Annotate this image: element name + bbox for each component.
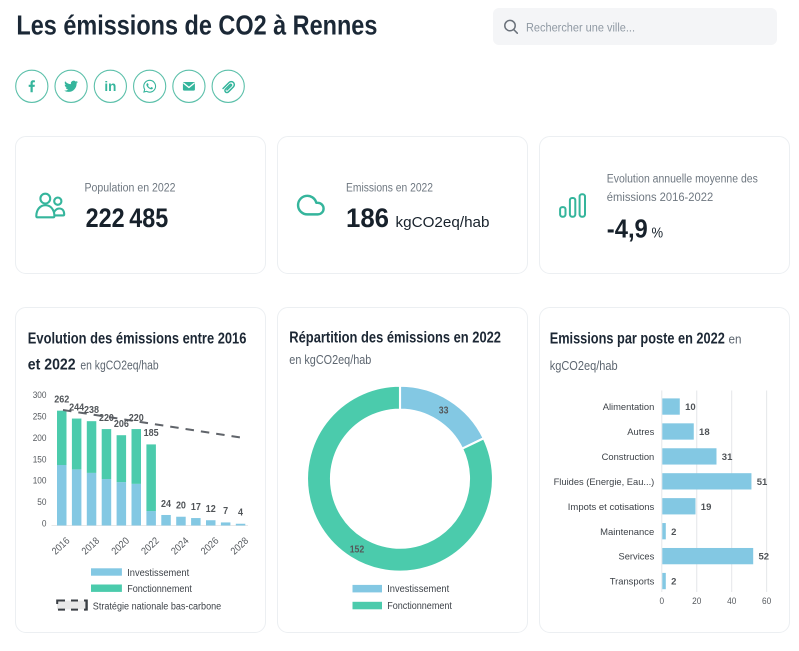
svg-text:Emissions en 2022: Emissions en 2022 — [346, 182, 433, 194]
svg-text:kgCO2eq/hab: kgCO2eq/hab — [550, 359, 618, 373]
svg-text:Investissement: Investissement — [387, 584, 449, 595]
svg-text:150: 150 — [33, 454, 47, 465]
svg-text:in: in — [104, 79, 116, 94]
svg-text:Emissions par poste en 2022: Emissions par poste en 2022 — [550, 330, 725, 347]
svg-text:4: 4 — [238, 508, 243, 519]
svg-text:152: 152 — [350, 545, 365, 556]
svg-text:220: 220 — [99, 413, 114, 424]
svg-text:Transports: Transports — [610, 577, 655, 588]
svg-text:52: 52 — [759, 552, 770, 563]
svg-text:18: 18 — [699, 427, 710, 438]
svg-text:220: 220 — [129, 413, 144, 424]
svg-text:en kgCO2eq/hab: en kgCO2eq/hab — [289, 353, 371, 367]
svg-text:et 2022: et 2022 — [28, 357, 76, 374]
svg-text:244: 244 — [69, 402, 84, 413]
svg-text:Répartition des émissions en 2: Répartition des émissions en 2022 — [289, 330, 501, 347]
svg-text:-4,9: -4,9 — [607, 216, 648, 244]
svg-text:186: 186 — [346, 203, 389, 233]
svg-text:Autres: Autres — [627, 427, 654, 438]
svg-text:émissions 2016-2022: émissions 2016-2022 — [607, 192, 713, 204]
svg-text:Rechercher une ville...: Rechercher une ville... — [526, 22, 635, 34]
svg-text:17: 17 — [191, 502, 201, 513]
svg-text:Evolution annuelle moyenne des: Evolution annuelle moyenne des — [607, 174, 758, 186]
svg-text:%: % — [652, 226, 664, 242]
svg-text:19: 19 — [701, 502, 712, 513]
svg-text:Alimentation: Alimentation — [603, 402, 655, 413]
svg-text:238: 238 — [84, 405, 99, 416]
svg-text:206: 206 — [114, 419, 129, 430]
svg-text:Maintenance: Maintenance — [600, 527, 654, 538]
svg-text:200: 200 — [33, 433, 47, 444]
svg-text:24: 24 — [161, 499, 171, 510]
svg-text:60: 60 — [762, 596, 771, 607]
svg-text:300: 300 — [33, 390, 47, 401]
svg-text:40: 40 — [727, 596, 736, 607]
svg-text:2024: 2024 — [169, 535, 191, 557]
svg-text:20: 20 — [692, 596, 701, 607]
svg-text:31: 31 — [722, 452, 733, 463]
svg-text:en kgCO2eq/hab: en kgCO2eq/hab — [80, 359, 158, 373]
svg-text:0: 0 — [660, 596, 665, 607]
svg-text:12: 12 — [206, 504, 216, 515]
svg-text:2016: 2016 — [50, 535, 72, 557]
svg-text:250: 250 — [33, 412, 47, 423]
svg-text:20: 20 — [176, 501, 186, 512]
svg-text:Evolution des émissions entre: Evolution des émissions entre 2016 — [28, 330, 247, 347]
svg-text:2: 2 — [671, 577, 676, 588]
svg-text:Impots et cotisations: Impots et cotisations — [568, 502, 655, 513]
svg-text:2020: 2020 — [110, 535, 132, 557]
svg-text:2022: 2022 — [140, 535, 162, 557]
svg-text:33: 33 — [439, 406, 449, 417]
svg-text:Fluides (Energie, Eau...): Fluides (Energie, Eau...) — [554, 477, 655, 488]
svg-text:222 485: 222 485 — [86, 203, 169, 233]
svg-text:Services: Services — [619, 552, 655, 563]
svg-text:Stratégie nationale bas-carbon: Stratégie nationale bas-carbone — [93, 602, 222, 613]
svg-text:2028: 2028 — [229, 535, 251, 557]
svg-text:Construction: Construction — [602, 452, 655, 463]
svg-text:100: 100 — [33, 476, 47, 487]
svg-text:Population en 2022: Population en 2022 — [85, 182, 176, 194]
svg-text:51: 51 — [757, 477, 768, 488]
svg-text:2: 2 — [671, 527, 676, 538]
svg-text:Les émissions de CO2 à Rennes: Les émissions de CO2 à Rennes — [16, 10, 377, 41]
svg-text:50: 50 — [37, 497, 46, 508]
svg-text:en: en — [729, 332, 742, 346]
svg-text:7: 7 — [223, 506, 228, 517]
svg-text:kgCO2eq/hab: kgCO2eq/hab — [396, 214, 490, 231]
svg-text:Investissement: Investissement — [127, 568, 189, 579]
svg-text:0: 0 — [42, 519, 47, 530]
svg-text:Fonctionnement: Fonctionnement — [387, 601, 452, 612]
svg-text:262: 262 — [54, 395, 69, 406]
svg-text:2026: 2026 — [199, 535, 221, 557]
svg-text:Fonctionnement: Fonctionnement — [127, 584, 192, 595]
svg-text:185: 185 — [144, 428, 159, 439]
svg-text:10: 10 — [685, 402, 696, 413]
svg-text:2018: 2018 — [80, 535, 102, 557]
